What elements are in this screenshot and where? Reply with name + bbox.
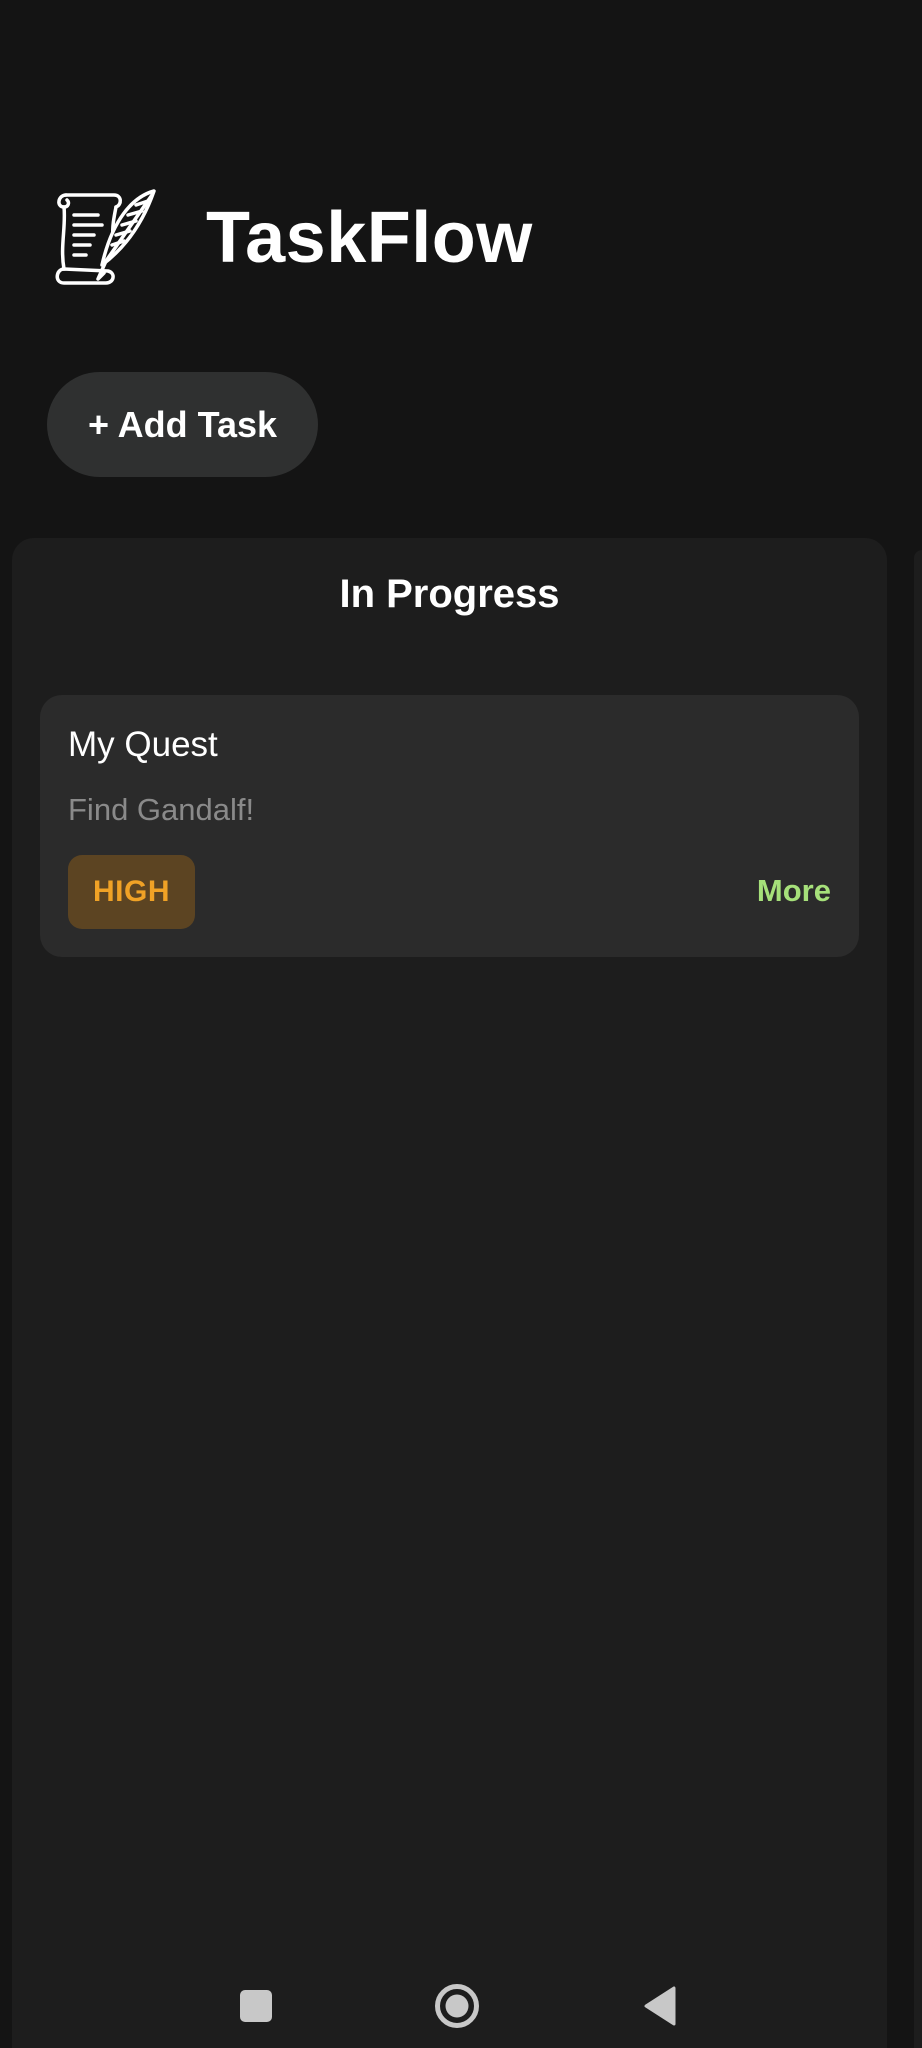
- add-task-button[interactable]: + Add Task: [47, 372, 318, 477]
- home-button[interactable]: [427, 1976, 487, 2036]
- recents-button[interactable]: [226, 1976, 286, 2036]
- task-title: My Quest: [68, 725, 218, 764]
- next-column-edge[interactable]: [914, 550, 922, 2048]
- priority-badge: HIGH: [68, 855, 195, 929]
- circle-icon: [435, 1984, 479, 2028]
- more-button[interactable]: More: [757, 873, 831, 909]
- column-title: In Progress: [339, 572, 560, 616]
- back-button[interactable]: [630, 1976, 690, 2036]
- square-icon: [240, 1990, 272, 2022]
- task-card[interactable]: My Quest Find Gandalf! HIGH More: [40, 695, 859, 957]
- scroll-quill-icon: [55, 188, 156, 285]
- task-description: Find Gandalf!: [68, 792, 255, 827]
- triangle-back-icon: [644, 1986, 676, 2026]
- column-in-progress: In Progress My Quest Find Gandalf! HIGH …: [12, 538, 887, 2048]
- app-header: TaskFlow: [52, 185, 533, 290]
- system-nav-bar: [0, 1940, 922, 2048]
- app-screen: TaskFlow + Add Task In Progress My Quest…: [0, 0, 922, 2048]
- app-title: TaskFlow: [206, 197, 533, 278]
